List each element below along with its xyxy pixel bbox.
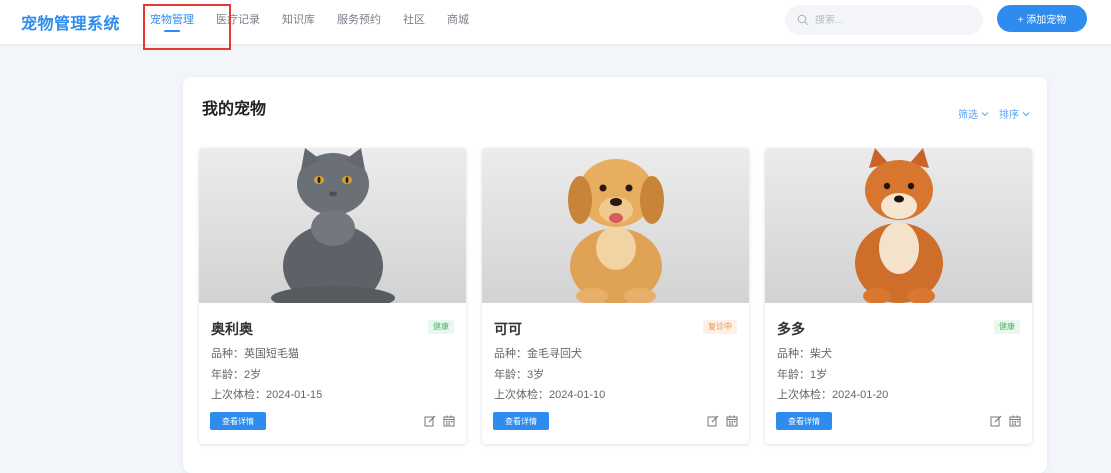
top-navbar: 宠物管理系统 宠物管理 医疗记录 知识库 服务预约 社区 商城 + 添加宠物 [0, 0, 1111, 44]
pet-breed: 品种：柴犬 [777, 348, 832, 360]
nav-item-pet-management[interactable]: 宠物管理 [150, 0, 194, 44]
status-badge: 复诊中 [703, 320, 737, 334]
nav-item-knowledge-base[interactable]: 知识库 [282, 0, 315, 44]
add-pet-button[interactable]: + 添加宠物 [997, 5, 1087, 32]
search-input[interactable] [815, 14, 975, 26]
edit-icon[interactable] [990, 415, 1002, 427]
panel-title: 我的宠物 [202, 101, 267, 118]
calendar-icon[interactable] [443, 415, 455, 427]
pet-card[interactable]: 奥利奥 健康 品种：英国短毛猫 年龄：2岁 上次体检：2024-01-15 查看… [199, 148, 466, 444]
status-badge: 健康 [994, 320, 1020, 334]
pet-photo [482, 148, 749, 303]
chevron-down-icon [1022, 111, 1030, 116]
search-box[interactable] [785, 5, 983, 35]
sort-dropdown[interactable]: 排序 [999, 106, 1030, 121]
pet-last-checkup: 上次体检：2024-01-20 [777, 389, 889, 401]
pet-photo [199, 148, 466, 303]
pet-name: 多多 [777, 321, 805, 337]
pet-last-checkup: 上次体检：2024-01-15 [211, 389, 323, 401]
filter-label: 筛选 [958, 110, 978, 121]
view-details-button[interactable]: 查看详情 [493, 412, 549, 430]
status-badge: 健康 [428, 320, 454, 334]
edit-icon[interactable] [707, 415, 719, 427]
filter-dropdown[interactable]: 筛选 [958, 106, 989, 121]
pet-age: 年龄：3岁 [494, 369, 545, 381]
main-nav: 宠物管理 医疗记录 知识库 服务预约 社区 商城 [150, 0, 491, 44]
sort-label: 排序 [999, 110, 1019, 121]
calendar-icon[interactable] [726, 415, 738, 427]
pet-name: 奥利奥 [211, 321, 253, 337]
pet-card[interactable]: 可可 复诊中 品种：金毛寻回犬 年龄：3岁 上次体检：2024-01-10 查看… [482, 148, 749, 444]
nav-item-community[interactable]: 社区 [403, 0, 425, 44]
pet-name: 可可 [494, 321, 522, 337]
view-details-button[interactable]: 查看详情 [776, 412, 832, 430]
search-icon [797, 14, 809, 26]
pet-breed: 品种：英国短毛猫 [211, 348, 299, 360]
app-title: 宠物管理系统 [21, 16, 121, 33]
chevron-down-icon [981, 111, 989, 116]
pet-age: 年龄：1岁 [777, 369, 828, 381]
panel-actions: 筛选 排序 [948, 106, 1030, 121]
my-pets-panel: 我的宠物 筛选 排序 奥利奥 健康 品种：英国短毛猫 年龄：2岁 上次体检：20… [183, 77, 1047, 473]
pet-age: 年龄：2岁 [211, 369, 262, 381]
pet-card[interactable]: 多多 健康 品种：柴犬 年龄：1岁 上次体检：2024-01-20 查看详情 [765, 148, 1032, 444]
view-details-button[interactable]: 查看详情 [210, 412, 266, 430]
pet-last-checkup: 上次体检：2024-01-10 [494, 389, 606, 401]
nav-item-shop[interactable]: 商城 [447, 0, 469, 44]
pet-photo [765, 148, 1032, 303]
calendar-icon[interactable] [1009, 415, 1021, 427]
edit-icon[interactable] [424, 415, 436, 427]
nav-item-medical-records[interactable]: 医疗记录 [216, 0, 260, 44]
nav-item-service-booking[interactable]: 服务预约 [337, 0, 381, 44]
pet-breed: 品种：金毛寻回犬 [494, 348, 582, 360]
